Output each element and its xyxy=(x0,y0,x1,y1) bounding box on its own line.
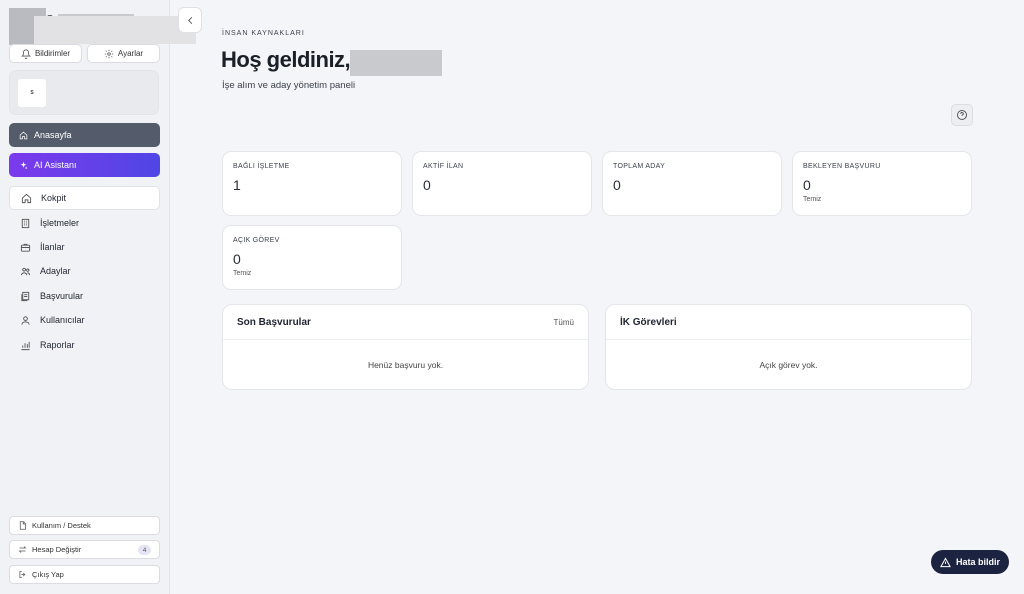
sidebar-item-kokpit[interactable]: Kokpit xyxy=(9,186,160,210)
home-icon xyxy=(21,193,32,204)
usage-support-label: Kullanım / Destek xyxy=(32,521,91,530)
sidebar-item-label: İşletmeler xyxy=(40,218,80,228)
sidebar-item-ilanlar[interactable]: İlanlar xyxy=(9,235,160,259)
empty-state-text: Açık görev yok. xyxy=(759,360,818,370)
document-icon xyxy=(18,521,27,530)
collapse-sidebar-button[interactable] xyxy=(178,7,202,33)
stat-card-pending-applications[interactable]: BEKLEYEN BAŞVURU 0 Temiz xyxy=(792,151,972,216)
panel-title: Son Başvurular xyxy=(237,317,311,328)
sidebar-item-label: Adaylar xyxy=(40,266,71,276)
sidebar-item-label: Kokpit xyxy=(41,193,67,203)
settings-button[interactable]: Ayarlar xyxy=(87,44,160,63)
chevron-left-icon xyxy=(185,15,196,26)
view-all-link[interactable]: Tümü xyxy=(554,318,574,327)
switch-account-button[interactable]: Hesap Değiştir 4 xyxy=(9,540,160,559)
stat-value: 1 xyxy=(233,177,241,193)
switch-account-label: Hesap Değiştir xyxy=(32,545,82,554)
warning-icon xyxy=(940,556,951,568)
bar-chart-icon xyxy=(20,340,31,351)
divider xyxy=(606,339,971,340)
logout-button[interactable]: Çıkış Yap xyxy=(9,565,160,584)
sidebar-item-basvurular[interactable]: Başvurular xyxy=(9,284,160,308)
stat-value: 0 xyxy=(803,177,811,193)
empty-state-text: Henüz başvuru yok. xyxy=(367,360,444,370)
organization-logo: S xyxy=(18,79,46,107)
stat-note: Temiz xyxy=(803,196,822,203)
sidebar-item-adaylar[interactable]: Adaylar xyxy=(9,259,160,283)
stat-label: BEKLEYEN BAŞVURU xyxy=(803,163,881,170)
section-label: İNSAN KAYNAKLARI xyxy=(222,30,305,37)
report-bug-button[interactable]: Hata bildir xyxy=(931,550,1009,574)
settings-label: Ayarlar xyxy=(117,49,144,58)
stat-note: Temiz xyxy=(233,270,252,277)
sidebar-item-isletmeler[interactable]: İşletmeler xyxy=(9,211,160,235)
logout-icon xyxy=(18,570,27,579)
stat-value: 0 xyxy=(423,177,431,193)
organization-card[interactable]: S xyxy=(9,70,159,115)
page-subtitle: İşe alım ve aday yönetim paneli xyxy=(222,80,356,91)
notifications-button[interactable]: Bildirimler xyxy=(9,44,82,63)
stat-card-active-listings[interactable]: AKTİF İLAN 0 xyxy=(412,151,592,216)
ai-assistant-button[interactable]: AI Asistanı xyxy=(9,153,160,177)
sidebar: Ce İK Sahibi Bildirimler Ayarlar S Anasa… xyxy=(0,0,196,594)
logout-label: Çıkış Yap xyxy=(32,570,64,579)
recent-applications-panel: Son Başvurular Tümü Henüz başvuru yok. xyxy=(222,304,589,390)
swap-icon xyxy=(18,545,27,554)
gear-icon xyxy=(104,49,114,59)
question-icon xyxy=(956,109,968,121)
redacted-organization xyxy=(34,16,196,44)
home-nav-button[interactable]: Anasayfa xyxy=(9,123,160,147)
redacted-username xyxy=(350,50,442,76)
sidebar-item-label: İlanlar xyxy=(40,242,65,252)
users-icon xyxy=(20,266,31,277)
stat-card-total-candidates[interactable]: TOPLAM ADAY 0 xyxy=(602,151,782,216)
panel-title: İK Görevleri xyxy=(620,317,677,328)
stat-card-connected-businesses[interactable]: BAĞLI İŞLETME 1 xyxy=(222,151,402,216)
sidebar-item-label: Başvurular xyxy=(40,291,84,301)
stat-label: AÇIK GÖREV xyxy=(233,237,280,244)
sidebar-item-label: Kullanıcılar xyxy=(40,315,85,325)
notifications-label: Bildirimler xyxy=(34,49,71,58)
files-icon xyxy=(20,291,31,302)
sidebar-item-label: Raporlar xyxy=(40,340,75,350)
sidebar-item-kullanicilar[interactable]: Kullanıcılar xyxy=(9,308,160,332)
stat-label: BAĞLI İŞLETME xyxy=(233,163,290,170)
briefcase-icon xyxy=(20,242,31,253)
stat-label: AKTİF İLAN xyxy=(423,163,464,170)
page-title: Hoş geldiniz, xyxy=(221,47,351,72)
stat-value: 0 xyxy=(613,177,621,193)
home-icon xyxy=(19,131,28,140)
ai-assistant-label: AI Asistanı xyxy=(34,160,77,170)
stat-value: 0 xyxy=(233,251,241,267)
home-nav-label: Anasayfa xyxy=(34,130,72,140)
sparkle-icon xyxy=(19,161,28,170)
usage-support-button[interactable]: Kullanım / Destek xyxy=(9,516,160,535)
user-icon xyxy=(20,315,31,326)
stat-card-open-tasks[interactable]: AÇIK GÖREV 0 Temiz xyxy=(222,225,402,290)
help-button[interactable] xyxy=(951,104,973,126)
hr-tasks-panel: İK Görevleri Açık görev yok. xyxy=(605,304,972,390)
account-count-badge: 4 xyxy=(138,545,151,555)
bell-icon xyxy=(20,48,31,59)
divider xyxy=(223,339,588,340)
building-icon xyxy=(20,218,31,229)
stat-label: TOPLAM ADAY xyxy=(613,163,666,170)
report-bug-label: Hata bildir xyxy=(955,557,1000,567)
sidebar-item-raporlar[interactable]: Raporlar xyxy=(9,333,160,357)
